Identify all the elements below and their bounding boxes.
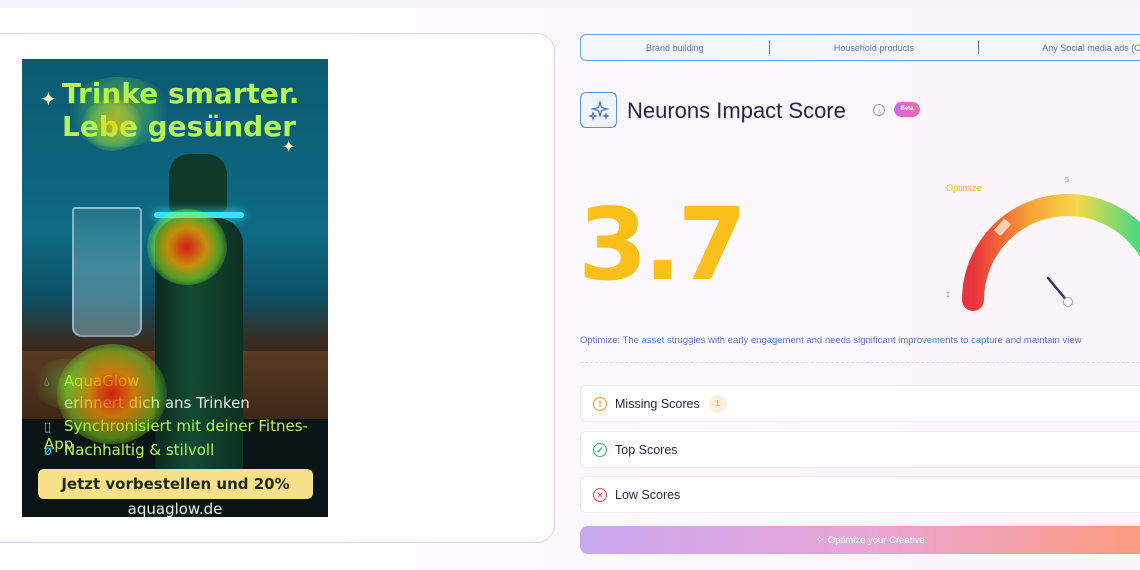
ad-headline-line1: Trinke smarter. bbox=[62, 77, 300, 110]
row-label: Missing Scores bbox=[615, 396, 700, 411]
phone-icon: ▯ bbox=[44, 420, 52, 435]
sparkle-icon: ✦ bbox=[282, 139, 296, 156]
missing-count-badge: 1 bbox=[708, 394, 727, 413]
ad-creative-image: Trinke smarter. Lebe gesünder ✦ ✦ 💧︎ Aqua… bbox=[22, 59, 328, 517]
warning-circle-icon: ! bbox=[593, 396, 607, 411]
context-tag[interactable]: Household products bbox=[770, 43, 979, 53]
ad-feature-1: 💧︎ AquaGlow bbox=[44, 372, 139, 390]
sparkles-icon bbox=[580, 92, 617, 128]
score-gauge bbox=[962, 194, 1140, 311]
context-tag[interactable]: Any Social media ads (C bbox=[979, 43, 1140, 53]
impact-score-value: 3.7 bbox=[578, 186, 747, 303]
gauge-pivot bbox=[1063, 297, 1073, 307]
water-glass bbox=[72, 207, 142, 337]
magic-wand-icon: ✧ bbox=[815, 534, 824, 546]
missing-scores-row[interactable]: ! Missing Scores 1 bbox=[580, 385, 1140, 422]
ad-feature-subline: erinnert dich ans Trinken bbox=[64, 394, 250, 412]
row-label: Low Scores bbox=[615, 487, 681, 502]
gauge-arc bbox=[962, 194, 1140, 311]
optimize-button-label: Optimize your Creative bbox=[827, 534, 925, 546]
beta-badge: Beta bbox=[894, 102, 920, 117]
ad-feature-3: ø Nachhaltig & stilvoll bbox=[44, 441, 214, 459]
ad-feature-text: Nachhaltig & stilvoll bbox=[64, 441, 215, 459]
bottle-cap bbox=[169, 154, 227, 212]
water-drop-icon: 💧︎ bbox=[44, 375, 50, 390]
x-circle-icon: × bbox=[593, 487, 607, 502]
page-title: Neurons Impact Score bbox=[627, 98, 846, 123]
row-label: Top Scores bbox=[615, 442, 678, 457]
score-summary: Optimize: The asset struggles with early… bbox=[580, 335, 1082, 346]
optimize-creative-button[interactable]: ✧ Optimize your Creative bbox=[580, 526, 1140, 554]
top-scores-row[interactable]: ✓ Top Scores bbox=[580, 431, 1140, 468]
sparkle-icon: ✦ bbox=[40, 89, 57, 111]
low-scores-row[interactable]: × Low Scores bbox=[580, 476, 1140, 513]
context-tags-bar: Brand building Household products Any So… bbox=[580, 34, 1140, 61]
ad-cta-banner: Jetzt vorbestellen und 20% sparen! bbox=[38, 469, 313, 517]
top-band bbox=[0, 0, 1140, 8]
divider bbox=[580, 362, 1140, 363]
ad-headline: Trinke smarter. Lebe gesünder bbox=[40, 77, 328, 143]
ad-feature-text: AquaGlow bbox=[64, 372, 140, 390]
ad-url: aquaglow.de bbox=[127, 500, 223, 517]
leaf-icon: ø bbox=[44, 444, 52, 459]
info-icon[interactable]: i bbox=[873, 104, 885, 116]
check-circle-icon: ✓ bbox=[593, 442, 607, 457]
context-tag[interactable]: Brand building bbox=[581, 43, 769, 53]
